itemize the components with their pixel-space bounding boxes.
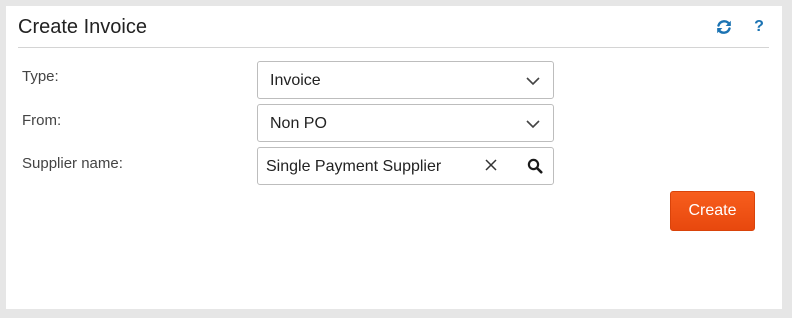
panel-header: Create Invoice ? (18, 6, 769, 48)
clear-icon[interactable] (484, 158, 498, 172)
from-select[interactable]: Non PO (257, 104, 554, 142)
chevron-down-icon (525, 74, 541, 86)
supplier-name-value: Single Payment Supplier (266, 158, 442, 175)
search-icon[interactable] (527, 158, 543, 174)
chevron-down-icon (525, 117, 541, 129)
type-select[interactable]: Invoice (257, 61, 554, 99)
create-button[interactable]: Create (670, 191, 755, 231)
page-title: Create Invoice (18, 16, 147, 38)
from-label: From: (22, 112, 62, 129)
help-icon[interactable]: ? (750, 18, 768, 36)
type-select-value: Invoice (270, 72, 321, 89)
supplier-name-label: Supplier name: (22, 155, 123, 172)
from-select-value: Non PO (270, 115, 327, 132)
type-label: Type: (22, 68, 59, 85)
supplier-name-input[interactable]: Single Payment Supplier (257, 147, 554, 185)
refresh-icon[interactable] (715, 18, 733, 36)
create-invoice-panel: Create Invoice ? Type: Invoice From: Non… (6, 6, 782, 309)
